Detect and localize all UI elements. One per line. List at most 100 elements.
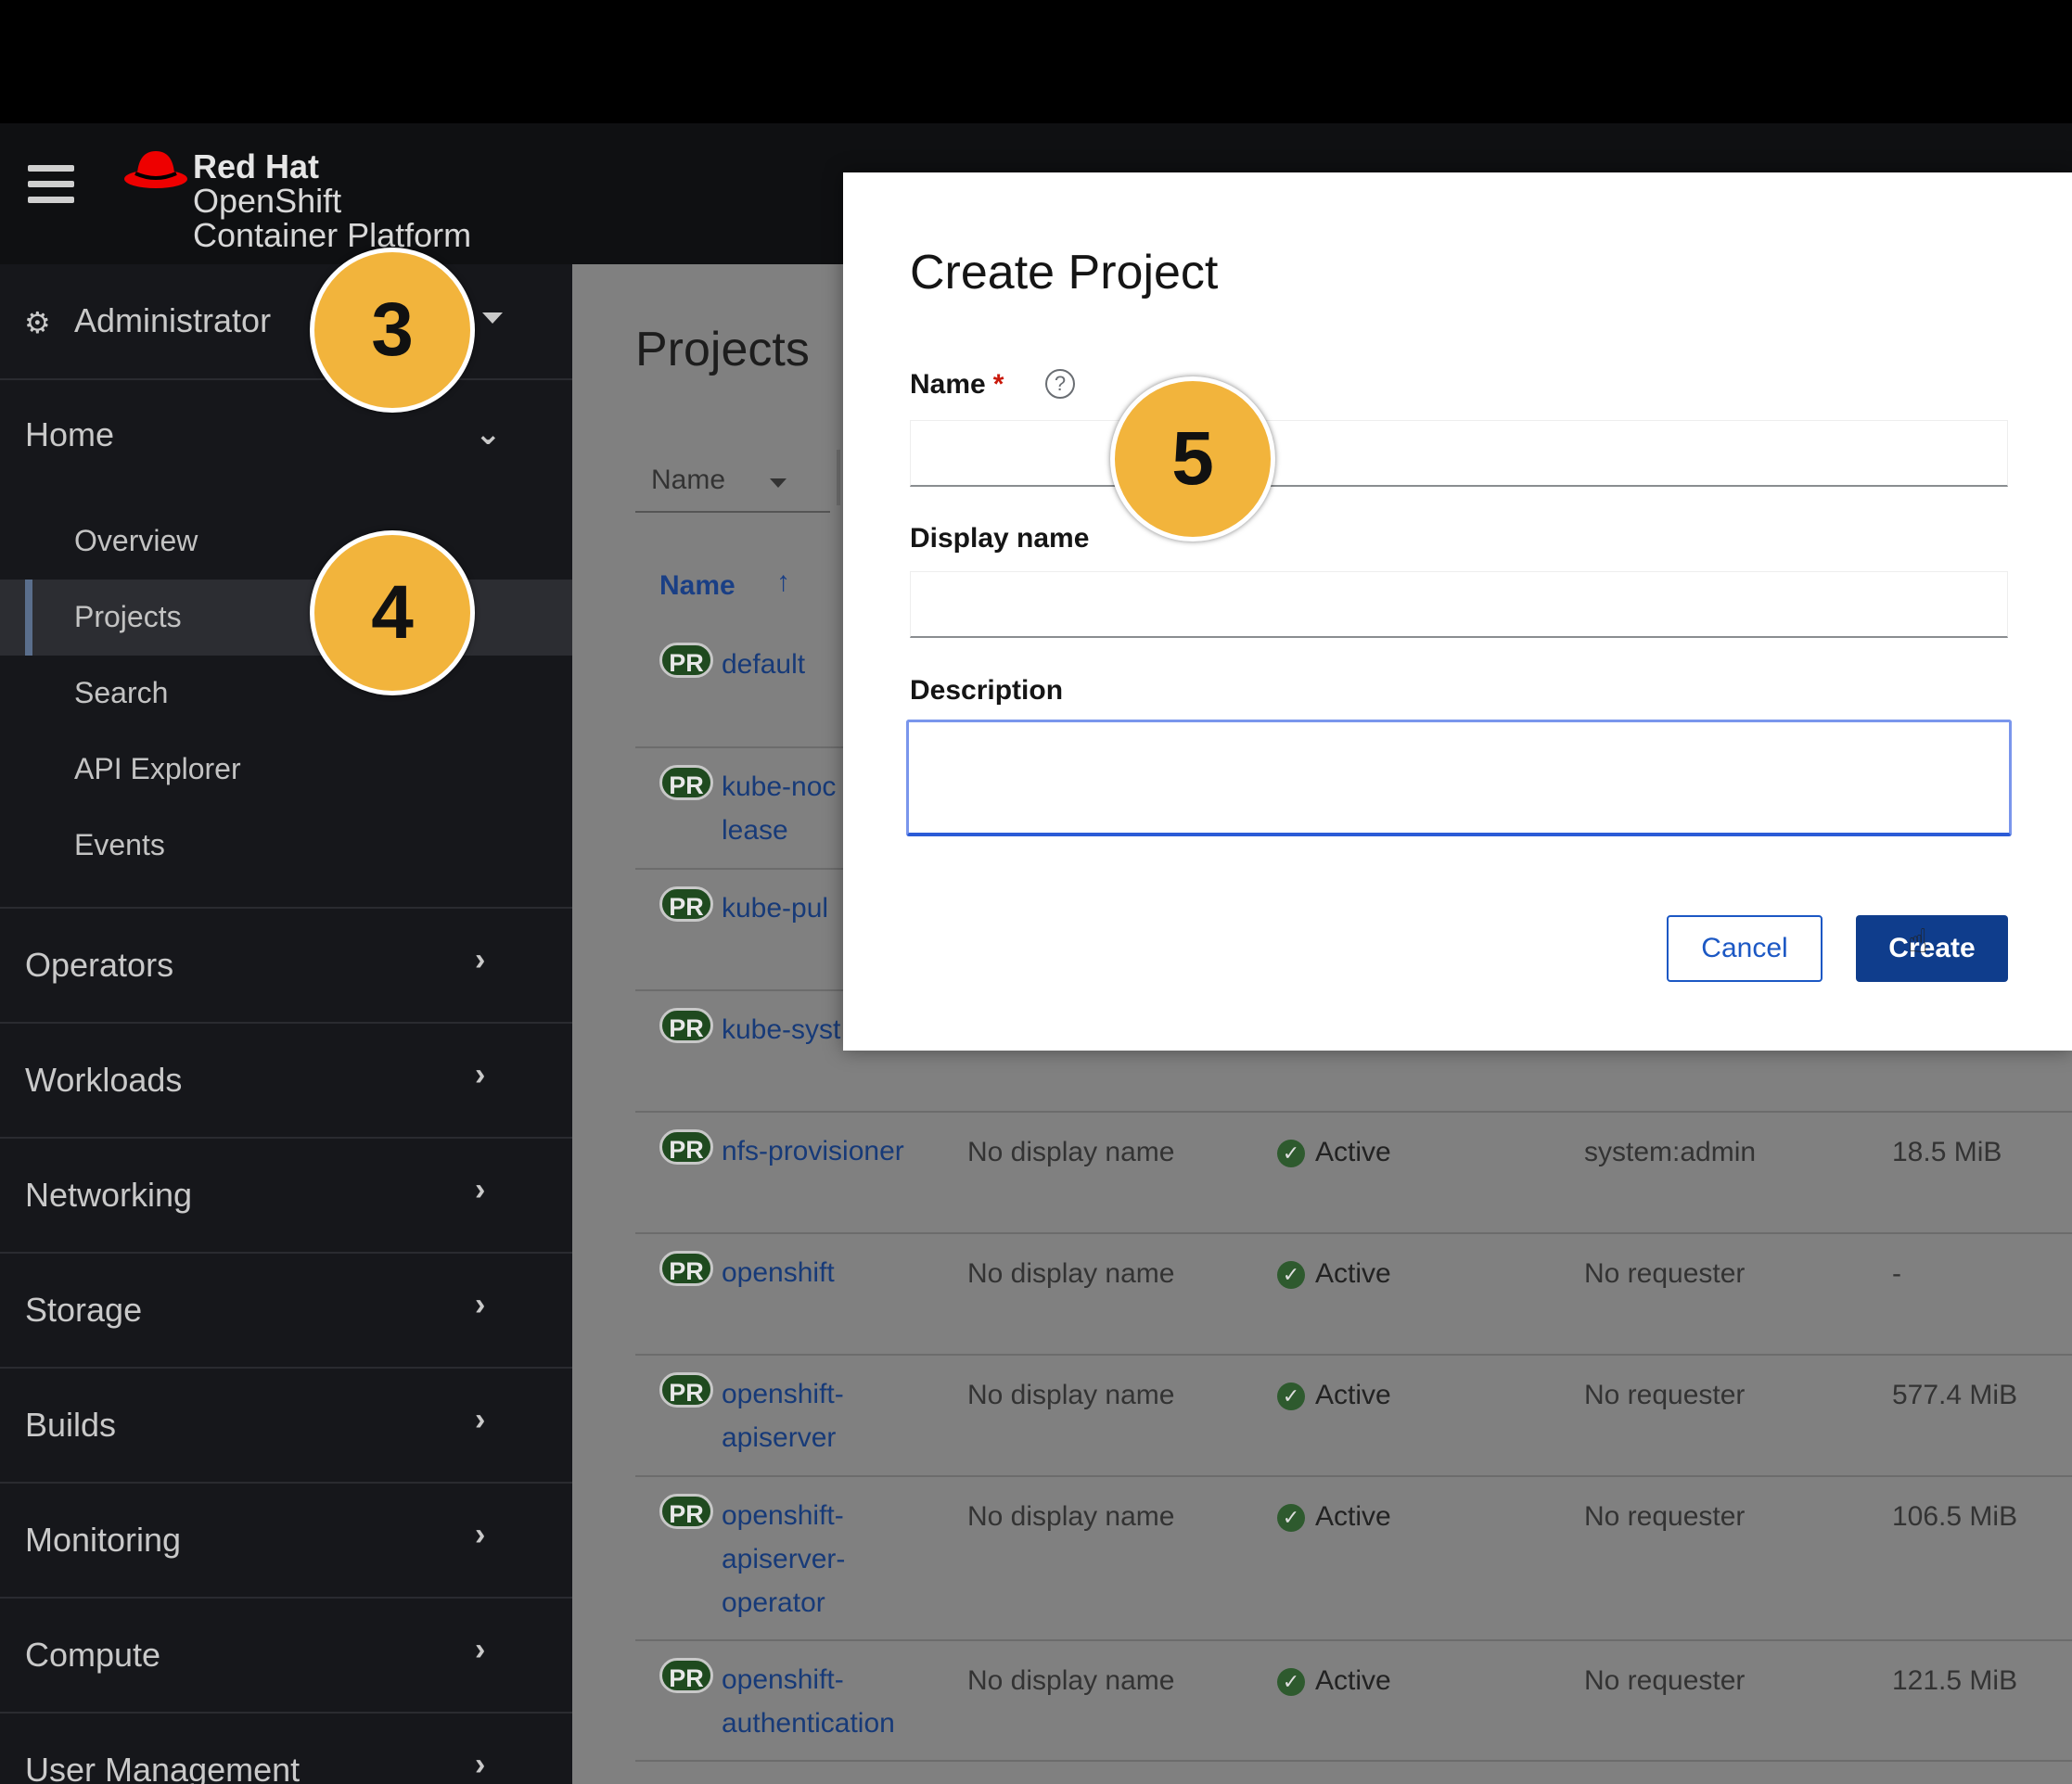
nav-section-label: Operators <box>25 946 174 984</box>
table-row: PR nfs-provisioner No display name ✓ Act… <box>635 1113 2072 1234</box>
status-cell: Active <box>1315 1665 1391 1696</box>
requester-cell: No requester <box>1584 1665 1746 1696</box>
check-circle-icon: ✓ <box>1277 1261 1305 1289</box>
nav-section-label: Networking <box>25 1176 193 1214</box>
brand-line-2: OpenShift <box>193 182 342 220</box>
nav-section-user-management[interactable]: User Management › <box>0 1714 572 1784</box>
nav-section-label: Builds <box>25 1406 117 1444</box>
nav-section-storage[interactable]: Storage › <box>0 1254 572 1369</box>
gears-icon: ⚙ <box>24 306 51 339</box>
sidebar-item-events[interactable]: Events <box>0 808 572 884</box>
check-circle-icon: ✓ <box>1277 1140 1305 1167</box>
pointer-cursor-icon: ☝ <box>1908 922 1928 960</box>
filter-type-select[interactable]: Name <box>635 450 830 513</box>
check-circle-icon: ✓ <box>1277 1383 1305 1410</box>
table-row: PR openshift No display name ✓ Active No… <box>635 1234 2072 1356</box>
project-badge: PR <box>659 886 713 922</box>
filter-type-value: Name <box>651 465 726 495</box>
sidebar-item-overview[interactable]: Overview <box>0 503 572 580</box>
nav-section-label: User Management <box>25 1751 301 1784</box>
memory-cell: 577.4 MiB <box>1892 1380 2018 1410</box>
active-indicator <box>25 580 32 656</box>
status-cell: Active <box>1315 1137 1391 1167</box>
brand-line-1: Red Hat <box>193 147 320 185</box>
chevron-right-icon: › <box>475 1287 486 1322</box>
project-name-link[interactable]: openshift- apiserver- operator <box>722 1494 935 1625</box>
check-circle-icon: ✓ <box>1277 1504 1305 1532</box>
status-cell: Active <box>1315 1258 1391 1289</box>
sidebar-item-label: Events <box>74 828 165 861</box>
description-textarea[interactable] <box>906 720 2012 836</box>
project-badge: PR <box>659 1251 713 1286</box>
project-badge: PR <box>659 1129 713 1165</box>
project-badge: PR <box>659 765 713 800</box>
sort-ascending-icon[interactable]: ↑ <box>776 567 790 598</box>
required-mark: * <box>992 369 1004 400</box>
memory-cell: - <box>1892 1258 1901 1289</box>
step-callout-4: 4 <box>310 530 475 695</box>
sidebar: ⚙ Administrator Home ⌄ Overview Projects… <box>0 264 572 1784</box>
requester-cell: No requester <box>1584 1501 1746 1532</box>
sidebar-item-projects[interactable]: Projects <box>0 580 572 656</box>
name-input[interactable] <box>910 420 2008 487</box>
sidebar-item-label: Search <box>74 676 169 709</box>
chevron-right-icon: › <box>475 1517 486 1552</box>
chevron-right-icon: › <box>475 942 486 977</box>
brand-line-3: Container Platform <box>193 216 472 254</box>
display-name-cell: No display name <box>967 1137 1175 1167</box>
project-name-link[interactable]: nfs-provisioner <box>722 1129 935 1173</box>
letterbox-top <box>0 0 2072 123</box>
nav-section-monitoring[interactable]: Monitoring › <box>0 1484 572 1599</box>
display-name-label: Display name <box>910 523 1090 554</box>
cancel-button[interactable]: Cancel <box>1667 915 1823 982</box>
project-name-link[interactable]: openshift <box>722 1251 935 1294</box>
project-name-link[interactable]: openshift- apiserver <box>722 1372 935 1459</box>
nav-section-home-label[interactable]: Home <box>25 415 114 454</box>
nav-section-operators[interactable]: Operators › <box>0 909 572 1024</box>
memory-cell: 121.5 MiB <box>1892 1665 2018 1696</box>
nav-section-compute[interactable]: Compute › <box>0 1599 572 1714</box>
create-button[interactable]: Create <box>1856 915 2008 982</box>
chevron-down-icon[interactable]: ⌄ <box>475 415 502 452</box>
sidebar-item-label: Projects <box>74 600 182 633</box>
filter-divider <box>837 450 840 505</box>
sidebar-item-label: API Explorer <box>74 752 241 785</box>
sidebar-item-search[interactable]: Search <box>0 656 572 732</box>
chevron-right-icon: › <box>475 1402 486 1437</box>
brand-text: Red Hat OpenShift Container Platform <box>193 149 471 252</box>
chevron-right-icon: › <box>475 1747 486 1782</box>
table-row: PR openshift- authentication No display … <box>635 1641 2072 1762</box>
caret-down-icon <box>482 312 503 324</box>
chevron-right-icon: › <box>475 1172 486 1207</box>
brand-logo[interactable]: Red Hat OpenShift Container Platform <box>122 133 493 253</box>
memory-cell: 106.5 MiB <box>1892 1501 2018 1532</box>
nav-section-builds[interactable]: Builds › <box>0 1369 572 1484</box>
nav-section-label: Compute <box>25 1636 161 1674</box>
create-project-modal: Create Project Name * ? Display name Desc… <box>843 172 2072 1051</box>
display-name-input[interactable] <box>910 571 2008 638</box>
table-row: PR openshift- apiserver- operator No dis… <box>635 1477 2072 1641</box>
status-cell: Active <box>1315 1380 1391 1410</box>
display-name-cell: No display name <box>967 1501 1175 1532</box>
step-callout-3: 3 <box>310 248 475 413</box>
table-row: PR openshift- apiserver No display name … <box>635 1356 2072 1477</box>
sidebar-item-api-explorer[interactable]: API Explorer <box>0 732 572 808</box>
project-badge: PR <box>659 643 713 678</box>
description-label: Description <box>910 675 1064 706</box>
display-name-cell: No display name <box>967 1258 1175 1289</box>
display-name-cell: No display name <box>967 1665 1175 1696</box>
perspective-switcher[interactable]: ⚙ Administrator <box>0 264 572 380</box>
project-name-link[interactable]: openshift- authentication <box>722 1658 935 1745</box>
requester-cell: No requester <box>1584 1258 1746 1289</box>
nav-section-home: Home ⌄ Overview Projects Search API Expl… <box>0 380 572 909</box>
nav-section-label: Workloads <box>25 1061 183 1099</box>
memory-cell: 18.5 MiB <box>1892 1137 2002 1167</box>
requester-cell: system:admin <box>1584 1137 1757 1167</box>
question-circle-icon[interactable]: ? <box>1045 369 1075 399</box>
check-circle-icon: ✓ <box>1277 1668 1305 1696</box>
project-badge: PR <box>659 1494 713 1529</box>
column-header-name[interactable]: Name <box>659 570 735 602</box>
nav-section-workloads[interactable]: Workloads › <box>0 1024 572 1139</box>
hamburger-icon[interactable] <box>28 165 74 208</box>
nav-section-networking[interactable]: Networking › <box>0 1139 572 1254</box>
